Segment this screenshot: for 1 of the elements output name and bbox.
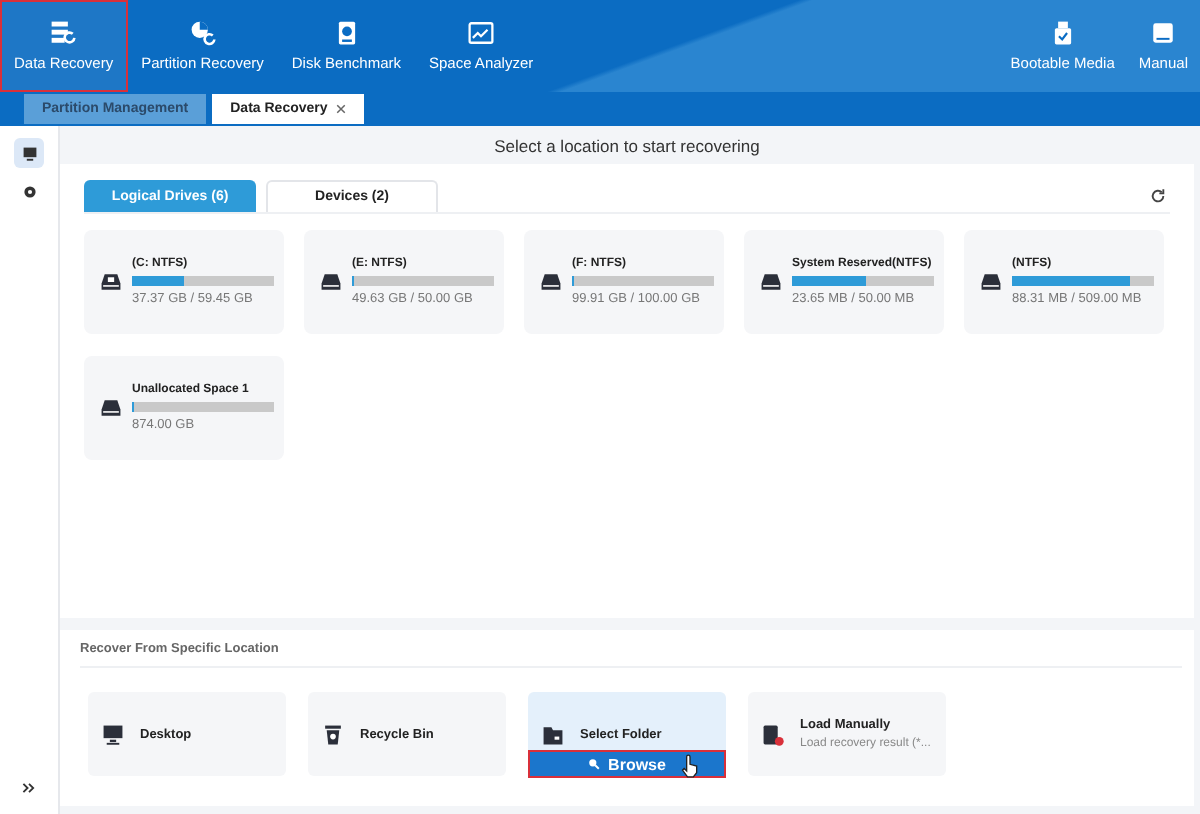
page-heading: Select a location to start recovering (492, 134, 762, 160)
